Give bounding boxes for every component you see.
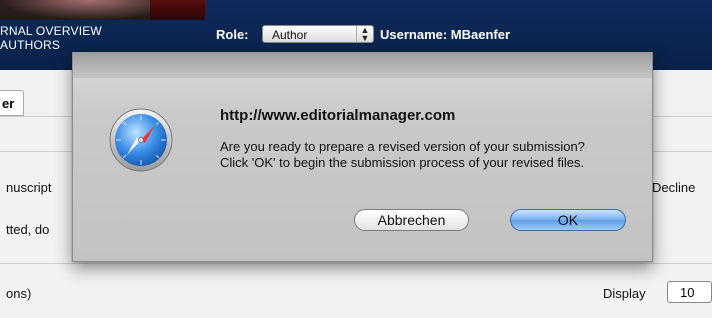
display-count-select[interactable]: 10 [667, 281, 712, 303]
display-label: Display [603, 286, 646, 301]
nav-journal-overview[interactable]: RNAL OVERVIEW [0, 24, 102, 38]
role-label: Role: [216, 27, 249, 42]
journal-banner-image [0, 0, 205, 20]
divider [0, 263, 712, 264]
role-select-value: Author [272, 28, 308, 42]
row-text-options: ons) [6, 286, 32, 301]
role-select[interactable]: Author ▲ ▼ [262, 25, 374, 43]
row-text-submitted: tted, do [6, 222, 50, 237]
row-text-manuscript: nuscript [6, 180, 52, 195]
ok-button[interactable]: OK [510, 209, 626, 231]
alert-title: http://www.editorialmanager.com [220, 107, 456, 124]
tab-partial[interactable]: er [0, 90, 24, 116]
journal-nav: RNAL OVERVIEW AUTHORS [0, 24, 102, 52]
alert-dialog: http://www.editorialmanager.com Are you … [72, 52, 653, 262]
safari-compass-icon [109, 108, 173, 172]
updown-arrows-icon: ▲ ▼ [356, 26, 373, 43]
decline-link[interactable]: Decline [652, 180, 695, 195]
cancel-button[interactable]: Abbrechen [354, 209, 469, 231]
nav-authors[interactable]: AUTHORS [0, 38, 102, 52]
alert-message: Are you ready to prepare a revised versi… [220, 139, 585, 170]
username-label: Username: MBaenfer [380, 27, 511, 42]
sheet-edge [73, 52, 652, 78]
